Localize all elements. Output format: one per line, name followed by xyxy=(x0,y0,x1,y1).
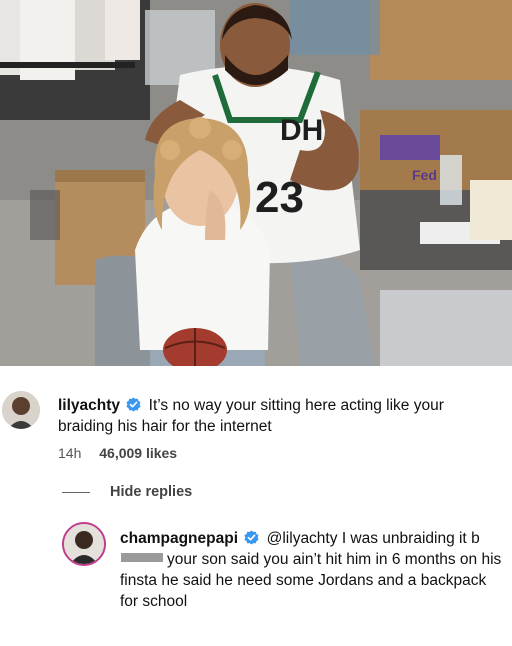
lilyachty-avatar[interactable] xyxy=(2,391,40,429)
profile-avatar-icon xyxy=(2,391,40,429)
comment: lilyachty It’s no way your sitting here … xyxy=(58,395,498,461)
post-photo: Fed DH 23 xyxy=(0,0,512,366)
comment-text-block: lilyachty It’s no way your sitting here … xyxy=(58,395,498,437)
jersey-letters: DH xyxy=(280,114,323,147)
redaction-bar xyxy=(121,553,163,562)
box-label: Fed xyxy=(412,167,437,183)
replies-divider xyxy=(62,491,90,493)
comment-meta: 14h 46,009 likes xyxy=(58,445,498,461)
verified-badge-icon xyxy=(244,530,259,545)
hide-replies-button[interactable]: Hide replies xyxy=(62,484,192,500)
hide-replies-label: Hide replies xyxy=(110,484,193,500)
reply-text-prefix: b xyxy=(471,530,480,547)
comment-likes[interactable]: 46,009 likes xyxy=(99,445,177,461)
profile-avatar-icon xyxy=(64,524,104,564)
reply-username[interactable]: champagnepapi xyxy=(120,530,238,547)
reply-text-part1: I was unbraiding it xyxy=(341,530,467,547)
reply-text-part2: your son said you ain’t hit him in 6 mon… xyxy=(120,551,502,610)
reply: champagnepapi @lilyachty I was unbraidin… xyxy=(120,528,505,612)
comment-time: 14h xyxy=(58,445,82,461)
champagnepapi-avatar[interactable] xyxy=(62,522,106,566)
verified-badge-icon xyxy=(126,397,141,412)
reply-text-block: champagnepapi @lilyachty I was unbraidin… xyxy=(120,528,505,612)
comment-username[interactable]: lilyachty xyxy=(58,397,120,414)
reply-mention[interactable]: @lilyachty xyxy=(267,530,338,547)
photo-illustration: Fed DH 23 xyxy=(0,0,512,366)
